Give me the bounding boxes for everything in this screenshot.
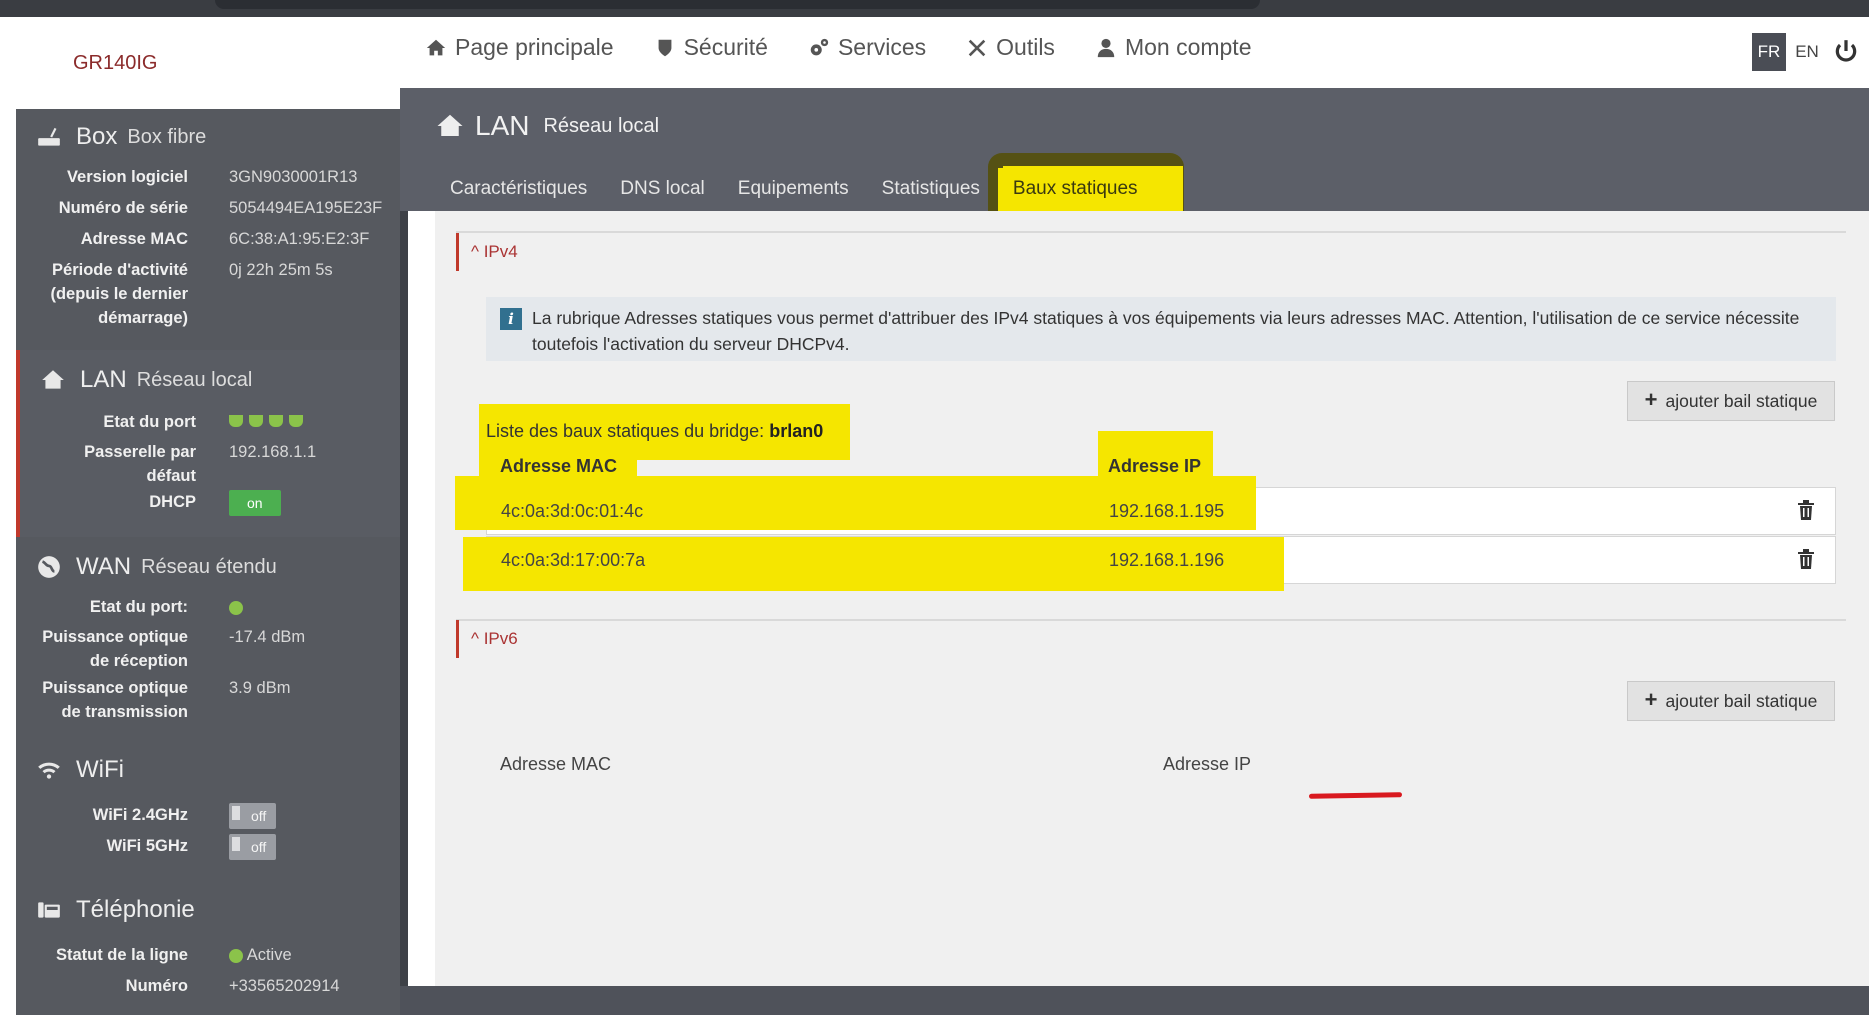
plus-icon: + — [1644, 386, 1658, 412]
browser-address-bar[interactable] — [215, 0, 1260, 9]
sidebar-box-header: Box Box fibre — [36, 123, 206, 151]
sidebar-phone-header: Téléphonie — [36, 896, 195, 924]
shield-icon — [658, 39, 671, 56]
sidebar-wan-section[interactable]: WAN Réseau étendu Etat du port: Puissanc… — [16, 537, 408, 744]
tab-caracteristiques[interactable]: Caractéristiques — [435, 168, 602, 212]
router-icon — [38, 127, 60, 146]
sidebar: Box Box fibre Version logiciel 3GN903000… — [16, 109, 408, 1015]
lease-ip: 192.168.1.195 — [1109, 501, 1225, 521]
sidebar-box-section[interactable]: Box Box fibre Version logiciel 3GN903000… — [16, 109, 408, 352]
lang-fr-button[interactable]: FR — [1752, 33, 1786, 71]
gears-icon — [810, 38, 829, 55]
tab-dns-local[interactable]: DNS local — [605, 168, 719, 212]
tools-icon — [968, 39, 986, 56]
ipv6-col-mac: Adresse MAC — [500, 754, 612, 774]
globe-icon — [38, 556, 60, 578]
nav-label: Mon compte — [1124, 34, 1252, 60]
ipv4-add-static-lease-button[interactable]: + ajouter bail statique — [1627, 381, 1835, 421]
wifi-5-toggle[interactable]: off — [229, 834, 277, 860]
nav-label: Services — [837, 34, 927, 60]
dhcp-status-badge: on — [229, 490, 281, 516]
sidebar-scrollbar[interactable] — [400, 88, 408, 1015]
lease-mac: 4c:0a:3d:0c:01:4c — [501, 501, 644, 521]
port-status-indicator — [249, 415, 263, 427]
tab-baux-statiques[interactable]: Baux statiques — [997, 168, 1153, 212]
tab-equipements[interactable]: Equipements — [723, 168, 864, 212]
wan-port-status-dot — [229, 600, 243, 615]
table-row: 4c:0a:3d:0c:01:4c 192.168.1.195 — [455, 476, 1836, 535]
ipv4-col-mac: Adresse MAC — [500, 456, 618, 476]
ipv6-add-static-lease-button[interactable]: + ajouter bail statique — [1627, 681, 1835, 721]
sidebar-lan-header: LAN Réseau local — [40, 366, 252, 394]
sidebar-wifi-section[interactable]: WiFi WiFi 2.4GHz off WiFi 5GHz off — [16, 742, 408, 884]
page-title: LAN Réseau local — [435, 110, 659, 142]
nav-label: Sécurité — [683, 34, 768, 60]
tab-bar: Caractéristiques DNS local Equipements S… — [435, 168, 1156, 212]
home-icon — [42, 370, 64, 389]
wifi-icon — [38, 762, 60, 779]
user-icon — [1097, 38, 1115, 57]
line-status-dot — [229, 948, 243, 963]
nav-page-principale[interactable]: Page principale — [425, 34, 614, 61]
wifi-24-toggle[interactable]: off — [229, 803, 277, 829]
nav-label: Outils — [996, 34, 1055, 60]
info-icon: i — [500, 308, 522, 330]
sidebar-wifi-header: WiFi — [36, 756, 124, 784]
lang-en-button[interactable]: EN — [1790, 33, 1824, 71]
delete-lease-trash-icon[interactable] — [1797, 500, 1815, 520]
power-icon[interactable] — [1833, 38, 1859, 64]
lan-port-status — [229, 410, 309, 434]
divider — [456, 231, 1846, 233]
nav-services[interactable]: Services — [808, 34, 926, 61]
ipv4-info-box: i La rubrique Adresses statiques vous pe… — [486, 297, 1836, 361]
sidebar-wan-header: WAN Réseau étendu — [36, 553, 277, 581]
delete-lease-trash-icon[interactable] — [1797, 549, 1815, 569]
home-icon — [426, 39, 446, 55]
sidebar-phone-section[interactable]: Téléphonie Statut de la ligne Active Num… — [16, 882, 408, 1015]
top-navigation: Page principale Sécurité Services Outils… — [425, 34, 1252, 61]
divider — [456, 619, 1846, 621]
nav-label: Page principale — [455, 34, 614, 60]
ipv6-section-toggle[interactable]: ^ IPv6 — [456, 620, 518, 658]
home-icon — [437, 114, 463, 136]
tab-statistiques[interactable]: Statistiques — [867, 168, 995, 212]
ipv6-col-ip: Adresse IP — [1163, 754, 1252, 774]
port-status-indicator — [269, 415, 283, 427]
lease-ip: 192.168.1.196 — [1109, 550, 1225, 570]
bridge-caption: Liste des baux statiques du bridge: brla… — [486, 421, 824, 441]
sidebar-lan-section[interactable]: LAN Réseau local Etat du port Passerelle… — [16, 350, 408, 539]
footer-strip — [400, 986, 1869, 1015]
brand-logo-text: GR140IG — [73, 52, 158, 74]
nav-securite[interactable]: Sécurité — [654, 34, 768, 61]
plus-icon: + — [1644, 686, 1658, 712]
port-status-indicator — [229, 415, 243, 427]
table-row: 4c:0a:3d:17:00:7a 192.168.1.196 — [463, 536, 1836, 591]
ipv4-col-ip: Adresse IP — [1108, 456, 1202, 476]
nav-outils[interactable]: Outils — [966, 34, 1055, 61]
ipv4-section-toggle[interactable]: ^ IPv4 — [456, 233, 518, 271]
phone-icon — [38, 902, 60, 918]
lease-mac: 4c:0a:3d:17:00:7a — [501, 550, 646, 570]
port-status-indicator — [289, 415, 303, 427]
nav-mon-compte[interactable]: Mon compte — [1095, 34, 1252, 61]
